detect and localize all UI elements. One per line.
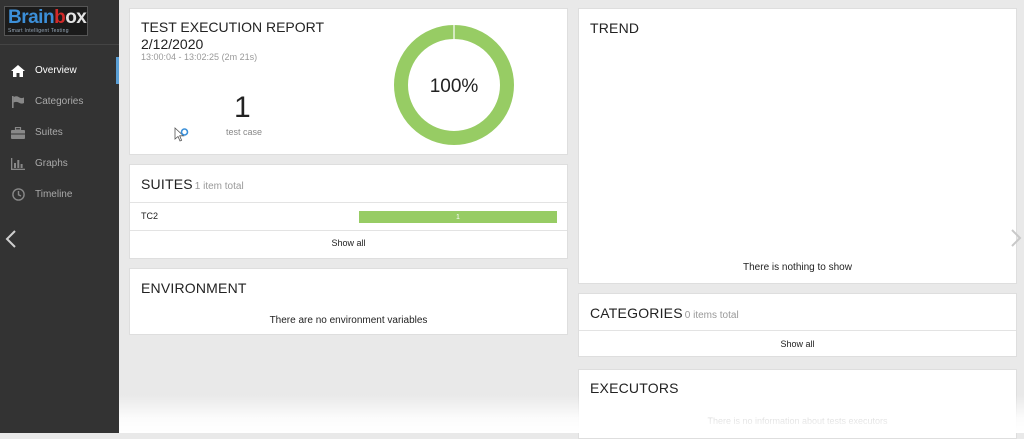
categories-widget: CATEGORIES 0 items total Show all [578,293,1017,357]
report-title: TEST EXECUTION REPORT [141,19,325,35]
suite-passed-bar: 1 [359,211,557,223]
executors-title: EXECUTORS [590,380,679,396]
environment-widget: ENVIRONMENT There are no environment var… [129,268,568,335]
sidebar-item-categories[interactable]: Categories [0,86,119,117]
success-rate-donut[interactable]: 100% [392,23,516,147]
sidebar-item-graphs[interactable]: Graphs [0,148,119,179]
success-rate-label: 100% [430,76,479,97]
home-icon [11,64,25,77]
sidebar-item-suites[interactable]: Suites [0,117,119,148]
clock-icon [11,188,25,201]
logo-wordmark: Brainbox [8,6,87,28]
sidebar-item-overview[interactable]: Overview [0,55,119,86]
sidebar: Brainbox Smart Intelligent Testing Overv… [0,0,119,433]
summary-widget: TEST EXECUTION REPORT 2/12/2020 13:00:04… [129,8,568,155]
sidebar-divider [0,44,119,45]
collapse-sidebar-icon[interactable] [5,230,17,248]
divider [130,230,567,231]
sidebar-item-label: Timeline [35,189,73,200]
mouse-cursor-icon [174,127,190,148]
report-time-range: 13:00:04 - 13:02:25 (2m 21s) [141,52,258,62]
report-date: 2/12/2020 [141,36,204,52]
sidebar-item-label: Categories [35,96,84,107]
test-count-label: test case [226,127,263,137]
suites-title-block: SUITES 1 item total [141,176,244,192]
sidebar-item-label: Overview [35,65,77,76]
suite-name: TC2 [141,211,159,221]
sidebar-nav: Overview Categories Suites Graphs Timeli… [0,55,119,210]
sidebar-item-label: Suites [35,127,63,138]
suites-title: SUITES [141,176,193,192]
report-title-block: TEST EXECUTION REPORT 2/12/2020 [141,19,324,53]
trend-widget: TREND There is nothing to show [578,8,1017,284]
trend-empty-message: There is nothing to show [743,262,852,273]
categories-show-all-link[interactable]: Show all [579,339,1016,349]
suites-item-count: 1 item total [194,181,244,192]
briefcase-icon [11,126,25,139]
logo-tagline: Smart Intelligent Testing [8,27,69,34]
flag-icon [11,95,25,108]
suites-show-all-link[interactable]: Show all [130,238,567,248]
divider [579,330,1016,331]
sidebar-item-timeline[interactable]: Timeline [0,179,119,210]
suites-widget: SUITES 1 item total TC2 1 Show all [129,164,568,259]
executors-widget: EXECUTORS There is no information about … [578,369,1017,439]
sidebar-item-label: Graphs [35,158,68,169]
environment-empty-message: There are no environment variables [269,315,428,326]
categories-title-block: CATEGORIES 0 items total [590,305,739,321]
trend-title: TREND [590,20,640,36]
categories-title: CATEGORIES [590,305,683,321]
chevron-right-icon[interactable] [1010,229,1022,247]
test-count: 1 [234,91,251,124]
environment-title: ENVIRONMENT [141,280,247,296]
categories-item-count: 0 items total [684,310,739,321]
brainbox-logo[interactable]: Brainbox Smart Intelligent Testing [4,6,88,36]
executors-empty-message: There is no information about tests exec… [707,416,888,426]
bar-chart-icon [11,157,25,170]
divider [130,202,567,203]
